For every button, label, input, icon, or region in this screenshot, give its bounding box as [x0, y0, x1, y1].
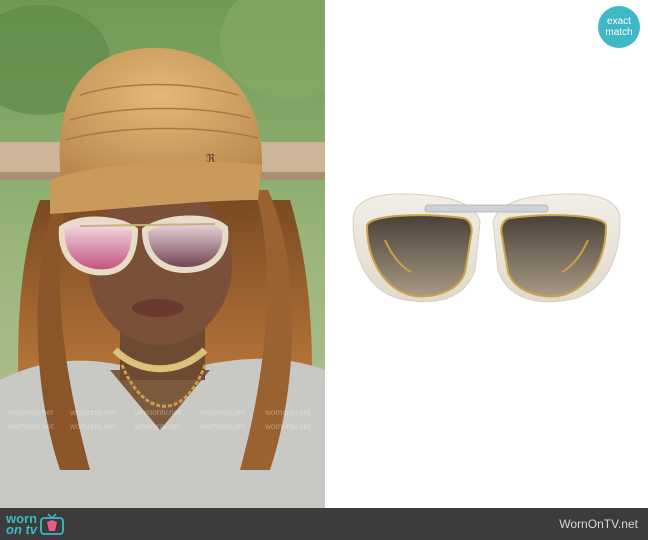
badge-line-1: exact — [607, 16, 631, 27]
site-url[interactable]: WornOnTV.net — [559, 517, 638, 531]
celebrity-photo-illustration: ℜ — [0, 0, 325, 508]
tv-icon — [40, 513, 64, 535]
watermark-text: wornontv.net — [200, 422, 246, 431]
wornontv-logo[interactable]: worn on tv — [6, 511, 64, 537]
watermark-text: wornontv.net — [200, 408, 246, 417]
sunglasses-product-illustration — [352, 193, 621, 303]
watermark-text: wornontv.net — [135, 422, 181, 431]
watermark-text: wornontv.net — [70, 422, 116, 431]
logo-ontv: on tv — [6, 522, 38, 537]
product-photo — [325, 0, 648, 508]
celebrity-photo: ℜ wornontv.net wornontv.net wornontv.net… — [0, 0, 325, 508]
logo-text: worn on tv — [6, 512, 38, 537]
watermark-text: wornontv.net — [265, 408, 311, 417]
exact-match-badge[interactable]: exact match — [598, 6, 640, 48]
footer-bar: worn on tv WornOnTV.net — [0, 508, 648, 540]
watermark-text: wornontv.net — [8, 408, 54, 417]
watermark-text: wornontv.net — [8, 422, 54, 431]
watermark-text: wornontv.net — [265, 422, 311, 431]
svg-text:ℜ: ℜ — [206, 153, 215, 165]
watermark-text: wornontv.net — [70, 408, 116, 417]
badge-line-2: match — [605, 27, 633, 38]
watermark-text: wornontv.net — [135, 408, 181, 417]
